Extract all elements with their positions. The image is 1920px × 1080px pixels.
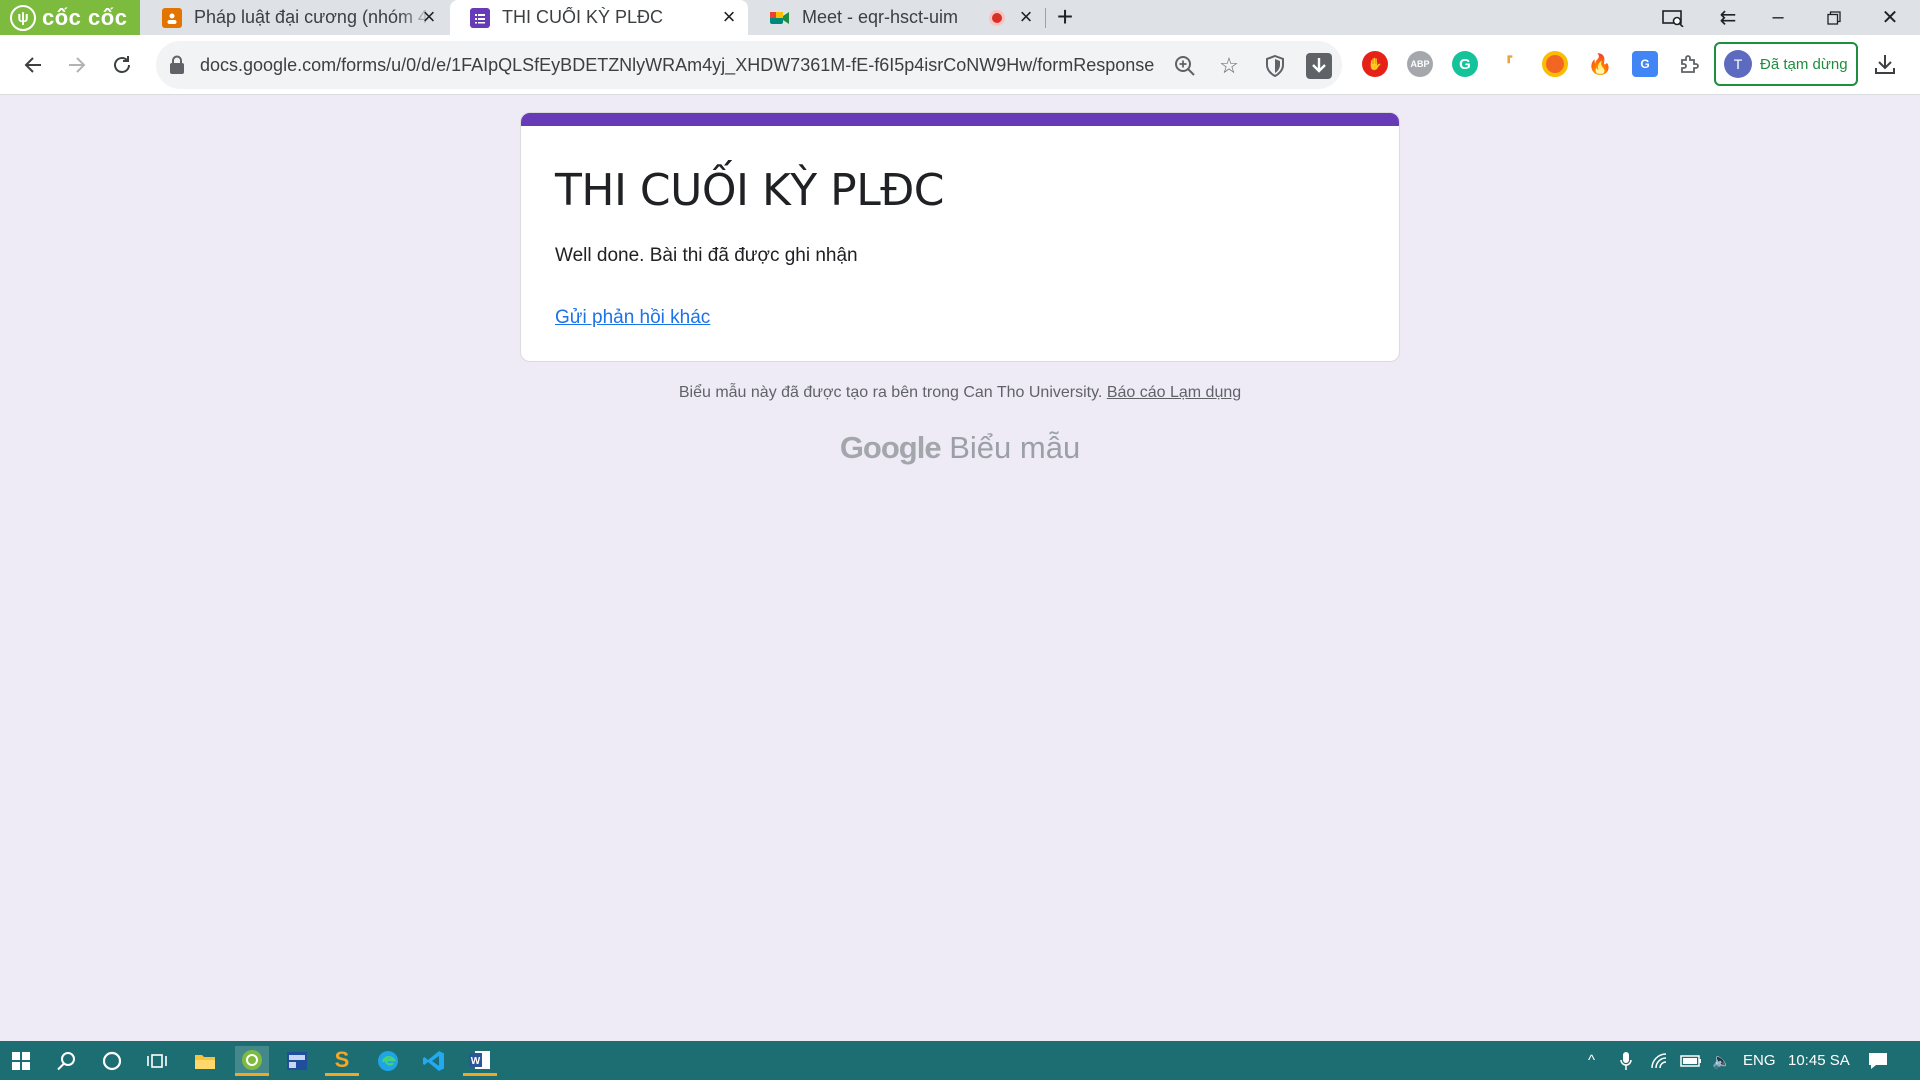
lock-icon[interactable] — [168, 55, 186, 75]
reload-button[interactable] — [105, 48, 139, 82]
profile-button[interactable]: T Đã tạm dừng — [1714, 42, 1858, 86]
confirmation-message: Well done. Bài thi đã được ghi nhận — [555, 245, 858, 266]
tab-title: THI CUỐI KỲ PLĐC — [502, 7, 664, 27]
avatar: T — [1724, 50, 1752, 78]
forward-button[interactable] — [60, 48, 94, 82]
tab-classroom[interactable]: Pháp luật đại cương (nhóm 4 × — [142, 0, 448, 35]
form-card: THI CUỐI KỲ PLĐC Well done. Bài thi đã đ… — [520, 112, 1400, 362]
close-icon[interactable]: × — [418, 6, 440, 28]
submit-another-response-link[interactable]: Gửi phản hồi khác — [555, 307, 710, 329]
adblock-stop-icon[interactable]: ✋ — [1362, 51, 1388, 77]
bookmark-star-icon[interactable]: ☆ — [1216, 53, 1242, 79]
notifications-icon[interactable] — [1868, 1041, 1888, 1080]
chrome-circle-extension-icon[interactable] — [1542, 51, 1568, 77]
url-text[interactable]: docs.google.com/forms/u/0/d/e/1FAIpQLSfE… — [200, 55, 1154, 76]
google-forms-icon — [470, 7, 490, 28]
tab-divider — [1045, 8, 1046, 28]
coccoc-logo-text: cốc cốc — [42, 4, 128, 30]
coccoc-logo-icon: ψ — [10, 4, 36, 31]
tab-meet[interactable]: Meet - eqr-hsct-uim × — [750, 0, 1045, 35]
microphone-icon[interactable] — [1620, 1041, 1632, 1080]
report-abuse-link[interactable]: Báo cáo Lạm dụng — [1107, 384, 1241, 401]
google-forms-brand[interactable]: Google Biểu mẫu — [0, 430, 1920, 466]
minimize-button[interactable]: – — [1750, 0, 1806, 35]
form-title: THI CUỐI KỲ PLĐC — [555, 165, 945, 216]
download-video-icon[interactable] — [1306, 53, 1332, 79]
svg-text:W: W — [471, 1056, 481, 1067]
battery-icon[interactable] — [1680, 1041, 1702, 1080]
close-window-button[interactable]: ✕ — [1862, 0, 1918, 35]
form-accent-bar — [521, 113, 1399, 126]
volume-icon[interactable]: 🔈 — [1712, 1041, 1731, 1080]
coccoc-logo[interactable]: ψ cốc cốc — [0, 0, 140, 35]
forms-brand-text: Biểu mẫu — [949, 430, 1081, 465]
windows-taskbar: S W ^ 🔈 ENG 10:45 SA — [0, 1041, 1920, 1080]
vscode-icon[interactable] — [417, 1046, 451, 1076]
hammer-extension-icon[interactable]: ⸢ — [1497, 51, 1523, 77]
recording-icon — [989, 10, 1005, 26]
address-bar[interactable]: docs.google.com/forms/u/0/d/e/1FAIpQLSfE… — [156, 41, 1342, 89]
word-icon[interactable]: W — [463, 1046, 497, 1076]
extensions-puzzle-icon[interactable] — [1677, 51, 1703, 77]
input-language[interactable]: ENG — [1743, 1041, 1776, 1080]
tab-title: Meet - eqr-hsct-uim — [802, 7, 959, 27]
close-icon[interactable]: × — [1015, 6, 1037, 28]
edge-browser-icon[interactable] — [371, 1046, 405, 1076]
dev-cpp-icon[interactable] — [280, 1046, 314, 1076]
fire-extension-icon[interactable]: 🔥 — [1587, 51, 1613, 77]
windows-start-icon[interactable] — [4, 1046, 38, 1076]
new-tab-button[interactable]: + — [1052, 3, 1078, 31]
tab-strip: ψ cốc cốc Pháp luật đại cương (nhóm 4 × … — [0, 0, 1920, 35]
back-button[interactable] — [16, 48, 50, 82]
tray-chevron-icon[interactable]: ^ — [1588, 1041, 1595, 1080]
wifi-icon[interactable] — [1650, 1041, 1670, 1080]
cortana-icon[interactable] — [95, 1046, 129, 1076]
file-explorer-icon[interactable] — [188, 1046, 222, 1076]
search-icon[interactable] — [50, 1046, 84, 1076]
task-view-icon[interactable] — [140, 1046, 174, 1076]
google-logo-text: Google — [839, 430, 942, 465]
classroom-icon — [162, 7, 182, 28]
google-meet-icon — [770, 8, 790, 28]
google-translate-icon[interactable]: G — [1632, 51, 1658, 77]
tab-forms[interactable]: THI CUỐI KỲ PLĐC × — [450, 0, 748, 35]
profile-status-label: Đã tạm dừng — [1760, 55, 1848, 73]
shield-icon[interactable] — [1262, 53, 1288, 79]
screen-capture-icon[interactable] — [1645, 0, 1701, 35]
sidebar-toggle-icon[interactable]: ⇇ — [1700, 0, 1756, 35]
clock[interactable]: 10:45 SA — [1788, 1041, 1850, 1080]
form-footer: Biểu mẫu này đã được tạo ra bên trong Ca… — [0, 384, 1920, 402]
zoom-icon[interactable] — [1172, 53, 1198, 79]
downloads-icon[interactable] — [1872, 51, 1898, 77]
adblock-plus-icon[interactable]: ABP — [1407, 51, 1433, 77]
close-icon[interactable]: × — [718, 6, 740, 28]
tab-title: Pháp luật đại cương (nhóm 4 — [194, 7, 428, 27]
sublime-text-icon[interactable]: S — [325, 1046, 359, 1076]
footer-text: Biểu mẫu này đã được tạo ra bên trong Ca… — [678, 384, 1103, 401]
coccoc-browser-icon[interactable] — [235, 1046, 269, 1076]
grammarly-icon[interactable]: G — [1452, 51, 1478, 77]
restore-button[interactable] — [1806, 0, 1862, 35]
